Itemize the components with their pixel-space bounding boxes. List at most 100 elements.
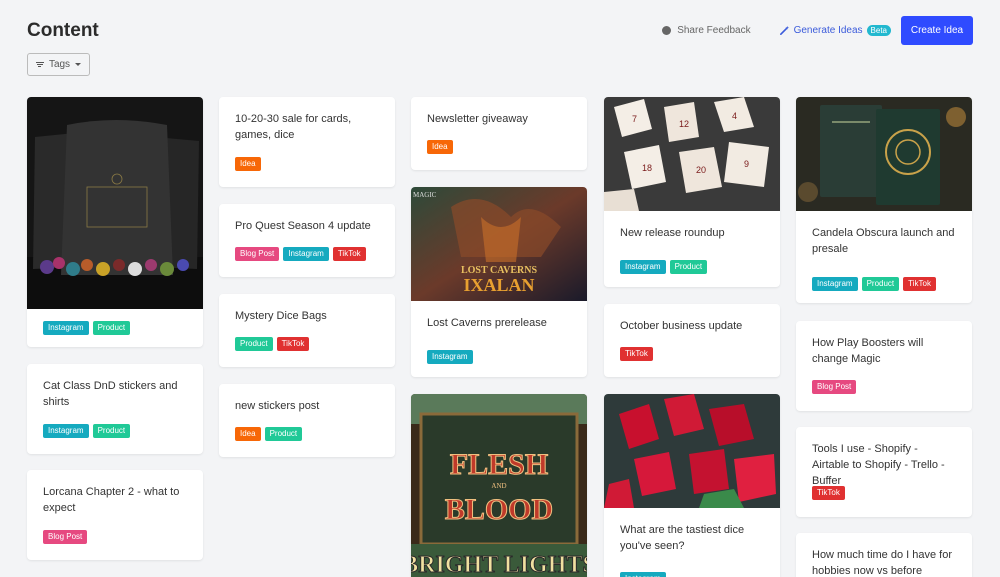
tag-tiktok: TikTok	[903, 277, 936, 291]
content-card[interactable]: Candela Obscura launch and presale Insta…	[796, 97, 972, 303]
card-title: October business update	[620, 320, 743, 332]
tag-tiktok: TikTok	[276, 337, 310, 351]
tag-instagram: Instagram	[43, 424, 89, 438]
svg-text:20: 20	[696, 165, 706, 175]
tag-tiktok: TikTok	[620, 347, 653, 361]
tag-idea: Idea	[235, 427, 261, 441]
content-card[interactable]: Tools I use - Shopify - Airtable to Shop…	[796, 427, 972, 517]
red-dice-image	[604, 394, 780, 508]
svg-text:4: 4	[732, 111, 737, 121]
tag-instagram: Instagram	[43, 321, 89, 335]
card-tags: Blog Post	[812, 380, 857, 394]
tag-instagram: Instagram	[427, 350, 473, 364]
tag-tiktok: TikTok	[812, 486, 845, 500]
tags-filter-button[interactable]: Tags	[27, 53, 90, 76]
content-card[interactable]: new stickers post Idea Product	[219, 384, 395, 457]
content-card[interactable]: MAGIC LOST CAVERNS IXALAN Lost Caverns p…	[411, 187, 587, 377]
tag-tiktok: TikTok	[332, 247, 366, 261]
content-card[interactable]: Mystery Dice Bags Product TikTok	[219, 294, 395, 367]
card-title: new stickers post	[235, 400, 320, 412]
mystery-dice-bags-image	[27, 97, 203, 309]
feedback-icon	[662, 26, 672, 35]
tag-instagram: Instagram	[283, 247, 329, 261]
magic-logo-text: MAGIC	[413, 191, 437, 199]
tags-filter-label: Tags	[48, 59, 71, 70]
card-tags: Idea	[427, 140, 453, 154]
card-tags: Blog Post Instagram TikTok	[235, 247, 366, 261]
chevron-down-icon	[75, 63, 82, 66]
white-dice-image: 7 12 4 18 20 9	[604, 97, 780, 211]
card-title: Candela Obscura launch and presale	[812, 227, 955, 255]
card-tags: Product TikTok	[235, 337, 310, 351]
bright-lights-text: BRIGHT LIGHTS	[411, 552, 587, 577]
blood-text: BLOOD	[445, 493, 553, 526]
share-feedback-button[interactable]: Share Feedback	[662, 25, 751, 36]
lost-caverns-ixalan-image: MAGIC LOST CAVERNS IXALAN	[411, 187, 587, 301]
page-title: Content	[27, 20, 99, 41]
tag-instagram: Instagram	[812, 277, 858, 291]
card-title: How Play Boosters will change Magic	[812, 337, 924, 365]
card-title: Lost Caverns prerelease	[427, 317, 547, 329]
card-title: How much time do I have for hobbies now …	[812, 549, 953, 577]
content-card[interactable]: Cat Class DnD stickers and shirts Instag…	[27, 364, 203, 454]
card-tags: Idea Product	[235, 427, 303, 441]
tag-product: Product	[861, 277, 900, 291]
card-title: 10-20-30 sale for cards, games, dice	[235, 113, 352, 141]
magic-wand-icon	[779, 25, 789, 35]
card-tags: Idea	[235, 157, 261, 171]
svg-text:12: 12	[679, 119, 689, 129]
card-tags: Blog Post	[43, 530, 88, 544]
content-card[interactable]: What are the tastiest dice you've seen? …	[604, 394, 780, 577]
candela-obscura-image	[796, 97, 972, 211]
content-card[interactable]: Pro Quest Season 4 update Blog Post Insta…	[219, 204, 395, 277]
tag-product: Product	[92, 321, 131, 335]
card-tags: Instagram Product TikTok	[812, 277, 936, 291]
card-tags: TikTok	[812, 486, 845, 500]
content-card[interactable]: October business update TikTok	[604, 304, 780, 377]
content-card[interactable]: Instagram Product	[27, 97, 203, 347]
svg-text:9: 9	[744, 159, 749, 169]
card-title: What are the tastiest dice you've seen?	[620, 524, 745, 552]
generate-ideas-button[interactable]: Generate Ideas Beta	[779, 25, 891, 36]
tag-idea: Idea	[235, 157, 261, 171]
card-tags: Instagram Product	[43, 321, 131, 335]
tag-product: Product	[92, 424, 131, 438]
and-text: AND	[491, 482, 506, 490]
tag-product: Product	[235, 337, 273, 351]
content-card[interactable]: How much time do I have for hobbies now …	[796, 533, 972, 577]
card-title: Mystery Dice Bags	[235, 310, 327, 322]
card-title: New release roundup	[620, 227, 725, 239]
tag-blog-post: Blog Post	[235, 247, 280, 261]
content-card[interactable]: 10-20-30 sale for cards, games, dice Ide…	[219, 97, 395, 187]
content-card[interactable]: Lorcana Chapter 2 - what to expect Blog …	[27, 470, 203, 560]
filter-icon	[35, 62, 44, 67]
card-title: Pro Quest Season 4 update	[235, 220, 371, 232]
card-tags: Instagram	[427, 350, 473, 364]
ixalan-text: IXALAN	[463, 275, 534, 295]
content-card[interactable]: FLESH AND BLOOD BRIGHT LIGHTS	[411, 394, 587, 577]
content-card[interactable]: Newsletter giveaway Idea	[411, 97, 587, 170]
card-tags: Instagram Product	[620, 260, 708, 274]
tag-idea: Idea	[427, 140, 453, 154]
card-tags: TikTok	[620, 347, 653, 361]
card-tags: Instagram	[620, 572, 666, 577]
share-feedback-label: Share Feedback	[677, 25, 751, 36]
create-idea-button[interactable]: Create Idea	[901, 16, 973, 45]
generate-ideas-label: Generate Ideas	[793, 25, 863, 36]
card-title: Cat Class DnD stickers and shirts	[43, 380, 178, 408]
beta-badge: Beta	[866, 25, 891, 36]
content-card[interactable]: 7 12 4 18 20 9 New release roundup Insta…	[604, 97, 780, 287]
header-actions: Share Feedback Generate Ideas Beta Creat…	[662, 16, 973, 45]
tag-product: Product	[669, 260, 708, 274]
card-title: Tools I use - Shopify - Airtable to Shop…	[812, 443, 945, 487]
flesh-text: FLESH	[450, 448, 548, 481]
flesh-and-blood-image: FLESH AND BLOOD BRIGHT LIGHTS	[411, 394, 587, 577]
tag-blog-post: Blog Post	[812, 380, 857, 394]
card-title: Lorcana Chapter 2 - what to expect	[43, 486, 180, 514]
tag-instagram: Instagram	[620, 572, 666, 577]
tag-instagram: Instagram	[620, 260, 666, 274]
tag-blog-post: Blog Post	[43, 530, 88, 544]
tag-product: Product	[264, 427, 303, 441]
content-card[interactable]: How Play Boosters will change Magic Blog…	[796, 321, 972, 411]
svg-text:7: 7	[632, 114, 637, 124]
